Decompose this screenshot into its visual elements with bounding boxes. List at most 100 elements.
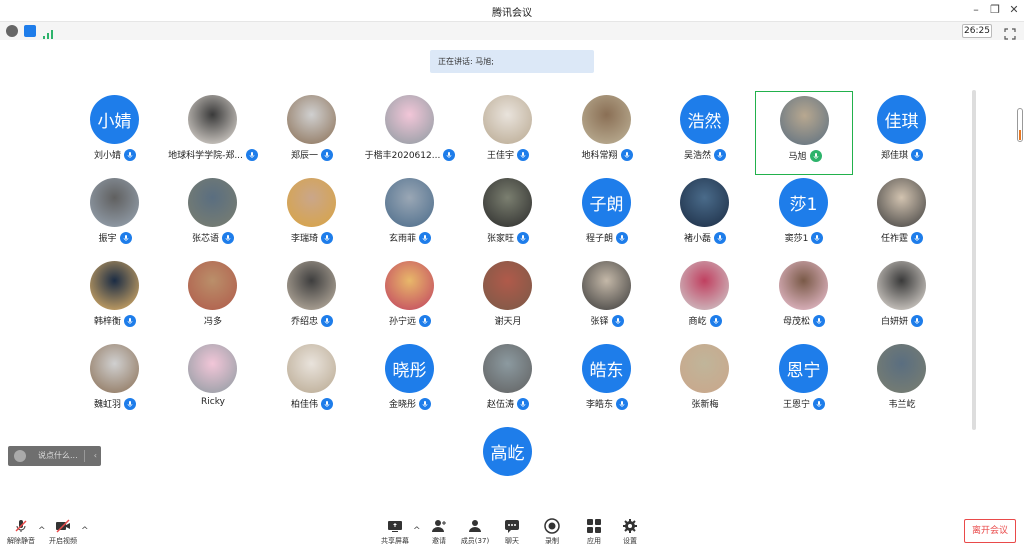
audio-options-chevron-icon[interactable]: ^ <box>38 526 46 536</box>
participant-tile[interactable]: 地科常翔 <box>558 91 656 175</box>
participant-name: 李瑞琦 <box>290 234 318 244</box>
divider <box>84 450 85 462</box>
grid-scrollbar[interactable] <box>972 90 976 430</box>
participant-tile[interactable]: Ricky <box>164 340 262 424</box>
participant-name-row: 孙宁远 <box>361 314 459 327</box>
mic-icon <box>419 231 431 244</box>
participant-tile[interactable]: 地球科学学院-郑... <box>164 91 262 175</box>
avatar <box>287 344 336 393</box>
restore-button[interactable]: ❐ <box>987 3 1003 16</box>
participant-tile[interactable]: 晓彤 金晓彤 <box>361 340 459 424</box>
unmute-button[interactable]: 解除静音 <box>5 518 37 546</box>
participant-tile[interactable]: 韩梓衡 <box>66 257 164 341</box>
avatar <box>188 261 237 310</box>
mic-icon <box>616 397 628 410</box>
members-button[interactable]: 成员(37) <box>458 518 492 546</box>
participant-name-row: 李瑞琦 <box>263 231 361 244</box>
settings-button[interactable]: 设置 <box>616 518 644 546</box>
collapse-arrow-icon[interactable]: ‹ <box>94 446 97 466</box>
start-video-label: 开启视频 <box>49 537 77 545</box>
share-screen-button[interactable]: 共享屏幕 <box>379 518 411 546</box>
participant-tile[interactable]: 小婧 刘小婧 <box>66 91 164 175</box>
avatar <box>287 261 336 310</box>
participant-tile[interactable]: 佳琪 郑佳琪 <box>853 91 951 175</box>
participant-name-row: 刘小婧 <box>66 148 164 161</box>
share-options-chevron-icon[interactable]: ^ <box>413 526 421 536</box>
mic-icon <box>714 148 726 161</box>
chat-button[interactable]: 聊天 <box>498 518 526 546</box>
participant-tile[interactable]: 高屹 <box>459 423 557 507</box>
apps-button[interactable]: 应用 <box>580 518 608 546</box>
participant-tile[interactable]: 莎1 窦莎1 <box>755 174 853 258</box>
avatar <box>90 344 139 393</box>
participant-tile[interactable]: 张新梅 <box>656 340 754 424</box>
participant-tile[interactable]: 皓东 李皓东 <box>558 340 656 424</box>
avatar: 恩宁 <box>779 344 828 393</box>
mic-icon <box>124 314 136 327</box>
avatar <box>90 261 139 310</box>
participant-name: 马旭 <box>788 152 807 162</box>
avatar <box>287 178 336 227</box>
participant-tile[interactable]: 张铎 <box>558 257 656 341</box>
participant-tile[interactable]: 谢天月 <box>459 257 557 341</box>
avatar-initials: 皓东 <box>589 361 624 381</box>
participant-tile[interactable]: 任祚霆 <box>853 174 951 258</box>
fullscreen-icon[interactable] <box>1004 25 1016 40</box>
participant-tile[interactable]: 振宇 <box>66 174 164 258</box>
settings-label: 设置 <box>623 537 637 545</box>
participant-tile[interactable]: 恩宁 王恩宁 <box>755 340 853 424</box>
participant-tile[interactable]: 韦兰屹 <box>853 340 951 424</box>
mic-icon <box>911 314 923 327</box>
chat-quick-input[interactable]: 说点什么... ‹ <box>8 446 101 466</box>
participant-tile[interactable]: 母茂松 <box>755 257 853 341</box>
close-button[interactable]: ✕ <box>1006 3 1022 16</box>
mic-icon <box>620 148 633 161</box>
mic-icon <box>443 148 456 161</box>
emoji-icon[interactable] <box>14 450 26 462</box>
participant-tile[interactable]: 褚小磊 <box>656 174 754 258</box>
participant-tile[interactable]: 张芯语 <box>164 174 262 258</box>
start-video-button[interactable]: 开启视频 <box>47 518 79 546</box>
avatar <box>483 178 532 227</box>
participant-tile[interactable]: 郑辰一 <box>263 91 361 175</box>
avatar-initials: 莎1 <box>789 195 818 215</box>
participant-tile[interactable]: 于楷丰2020612... <box>361 91 459 175</box>
info-icon[interactable] <box>6 25 18 37</box>
participant-name-row: Ricky <box>164 397 262 407</box>
participant-name-row: 谢天月 <box>459 314 557 327</box>
invite-button[interactable]: 邀请 <box>425 518 453 546</box>
participant-tile[interactable]: 王佳宇 <box>459 91 557 175</box>
participant-name-row: 郑辰一 <box>263 148 361 161</box>
participant-tile[interactable]: 张家旺 <box>459 174 557 258</box>
participant-name-row: 乔绍忠 <box>263 314 361 327</box>
participant-name: 玄雨菲 <box>388 234 416 244</box>
avatar-initials: 佳琪 <box>884 112 919 132</box>
participant-name-row: 振宇 <box>66 231 164 244</box>
participant-name-row: 窦莎1 <box>755 231 853 244</box>
participant-tile[interactable]: 赵伍涛 <box>459 340 557 424</box>
participant-tile[interactable]: 马旭 <box>755 91 853 175</box>
shield-icon[interactable] <box>24 25 36 37</box>
participant-tile[interactable]: 李瑞琦 <box>263 174 361 258</box>
participant-tile[interactable]: 商屹 <box>656 257 754 341</box>
participant-tile[interactable]: 孙宁远 <box>361 257 459 341</box>
record-button[interactable]: 录制 <box>538 518 566 546</box>
participant-tile[interactable]: 白妍妍 <box>853 257 951 341</box>
participant-name: 地球科学学院-郑... <box>168 151 243 161</box>
video-options-chevron-icon[interactable]: ^ <box>81 526 89 536</box>
record-label: 录制 <box>545 537 559 545</box>
chat-label: 聊天 <box>505 537 519 545</box>
participant-tile[interactable]: 玄雨菲 <box>361 174 459 258</box>
participant-tile[interactable]: 浩然 吴浩然 <box>656 91 754 175</box>
participant-tile[interactable]: 柏佳伟 <box>263 340 361 424</box>
participant-tile[interactable]: 乔绍忠 <box>263 257 361 341</box>
minimize-button[interactable]: – <box>968 3 984 16</box>
avatar <box>385 261 434 310</box>
leave-meeting-button[interactable]: 离开会议 <box>964 519 1016 543</box>
participant-name-row: 母茂松 <box>755 314 853 327</box>
signal-icon[interactable] <box>42 25 54 39</box>
participant-tile[interactable]: 魏虹羽 <box>66 340 164 424</box>
avatar <box>385 178 434 227</box>
participant-tile[interactable]: 冯多 <box>164 257 262 341</box>
participant-tile[interactable]: 子朗 程子朗 <box>558 174 656 258</box>
